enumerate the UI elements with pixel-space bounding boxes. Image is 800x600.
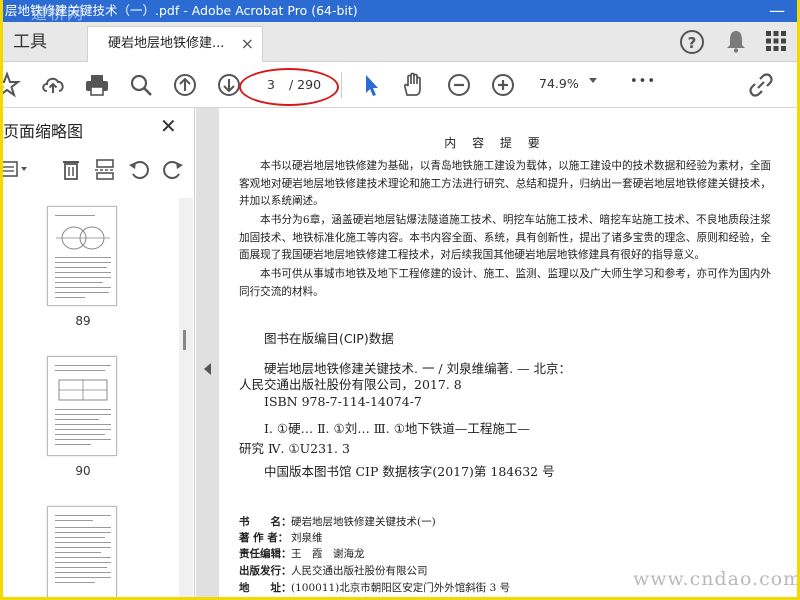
share-link-icon[interactable] [747,71,775,99]
cip-line: 中国版本图书馆 CIP 数据核字(2017)第 184632 号 [264,464,555,479]
tab-tools[interactable]: 工具 [13,22,47,62]
tab-document[interactable]: 硬岩地层地铁修建... × [87,26,263,62]
search-icon[interactable] [127,71,155,99]
upload-cloud-icon[interactable] [39,71,67,99]
page-up-icon[interactable] [171,71,199,99]
chevron-down-icon[interactable] [589,78,597,83]
summary-paragraph: 本书分为6章，涵盖硬岩地层钻爆法隧道施工技术、明挖车站施工技术、暗挖车站施工技术… [239,214,771,261]
meta-key: 书 名： [239,516,292,528]
toolbar-divider [341,72,342,98]
meta-row: 出版发行：人民交通出版社股份有限公司 [239,563,428,578]
scrollbar-thumb[interactable] [183,330,186,350]
page-thumbnail[interactable] [47,356,117,456]
rotate-left-icon[interactable] [127,157,151,181]
zoom-out-icon[interactable] [445,71,473,99]
minimize-button[interactable]: — [769,0,785,22]
thumbnail-list: 89 90 [3,198,179,597]
panel-title: 页面缩略图 [3,122,84,141]
meta-value: 硬岩地层地铁修建关键技术(一) [291,516,436,528]
close-icon[interactable]: ✕ [160,114,177,138]
meta-key: 责任编辑： [239,548,292,560]
insert-page-icon[interactable] [93,157,117,181]
cip-line: 研究 Ⅳ. ①U231. 3 [239,441,350,456]
apps-grid-icon[interactable] [763,28,789,54]
pdf-page: 内 容 提 要 本书以硬岩地层地铁修建为基础，以青岛地铁施工建设为载体，以施工建… [219,108,797,597]
zoom-in-icon[interactable] [489,71,517,99]
summary-paragraph: 本书可供从事城市地铁及地下工程修建的设计、施工、监测、监理以及广大师生学习和参考… [239,268,771,298]
cip-line: Ⅰ. ①硬… Ⅱ. ①刘… Ⅲ. ①地下铁道—工程施工— [264,421,530,436]
page-thumbnail-number: 90 [75,464,91,478]
meta-key: 出版发行： [239,565,292,577]
select-arrow-icon[interactable] [357,71,385,99]
page-thumbnail[interactable] [47,506,117,597]
summary-paragraph: 本书以硬岩地层地铁修建为基础，以青岛地铁施工建设为载体，以施工建设中的技术数据和… [239,160,771,207]
options-menu-icon[interactable] [3,157,27,181]
collapse-panel-icon[interactable] [204,363,211,375]
more-tools-button[interactable]: ••• [630,74,656,89]
highlight-ellipse [239,68,339,106]
bell-icon[interactable] [723,28,749,54]
help-icon[interactable]: ? [680,30,704,54]
meta-row: 书 名：硬岩地层地铁修建关键技术(一) [239,514,436,529]
meta-value: (100011)北京市朝阳区安定门外外馆斜街 3 号 [291,582,511,594]
close-icon[interactable]: × [241,27,254,61]
hand-icon[interactable] [399,71,427,99]
cip-line: ISBN 978-7-114-14074-7 [264,394,422,409]
page-thumbnail-number: 89 [75,314,91,328]
meta-value: 刘泉维 [291,532,323,544]
rotate-right-icon[interactable] [161,157,185,181]
meta-row: 著 作 者： 刘泉维 [239,530,323,545]
thumbnail-scrollbar[interactable] [179,198,193,597]
meta-value: 人民交通出版社股份有限公司 [291,565,428,577]
tab-bar: 工具 硬岩地层地铁修建... × ? [3,22,797,62]
meta-row: 地 址：(100011)北京市朝阳区安定门外外馆斜街 3 号 [239,580,510,595]
panel-toolbar [3,154,195,184]
document-view: 内 容 提 要 本书以硬岩地层地铁修建为基础，以青岛地铁施工建设为载体，以施工建… [196,108,797,597]
cip-line: 人民交通出版社股份有限公司，2017. 8 [239,377,462,392]
page-heading: 内 容 提 要 [444,136,546,150]
acrobat-window: 层地铁修建关键技术（一）.pdf - Adobe Acrobat Pro (64… [3,0,797,597]
cip-heading: 图书在版编目(CIP)数据 [264,331,394,346]
title-bar: 层地铁修建关键技术（一）.pdf - Adobe Acrobat Pro (64… [3,0,797,22]
print-icon[interactable] [83,71,111,99]
star-icon[interactable] [3,71,21,99]
watermark-logo-top: 道桥网 [31,4,86,22]
trash-icon[interactable] [59,157,83,181]
meta-key: 著 作 者： [239,532,289,544]
watermark-site: www.cndao.com [633,568,797,590]
zoom-dropdown[interactable]: 74.9% [539,76,579,91]
page-thumbnail[interactable] [47,206,117,306]
meta-row: 责任编辑：王 霞 谢海龙 [239,546,365,561]
main-toolbar: 3 / 290 74.9% ••• [3,62,797,108]
meta-key: 地 址： [239,582,292,594]
tab-document-label: 硬岩地层地铁修建... [108,36,225,51]
thumbnail-panel: 页面缩略图 ✕ 89 90 [3,108,195,597]
meta-value: 王 霞 谢海龙 [291,548,365,560]
